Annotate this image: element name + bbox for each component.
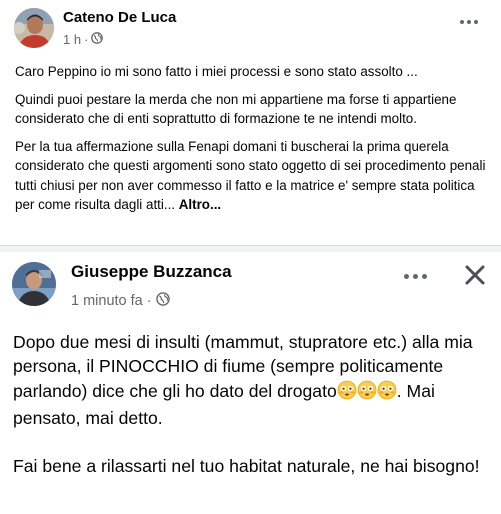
more-options-icon[interactable] [454, 14, 484, 30]
author-name[interactable]: Cateno De Luca [63, 9, 176, 26]
post-paragraph: Per la tua affermazione sulla Fenapi dom… [15, 137, 490, 215]
see-more-link[interactable]: Altro... [179, 197, 221, 212]
close-icon[interactable] [460, 260, 490, 290]
post-body: Dopo due mesi di insulti (mammut, stupra… [13, 330, 493, 502]
post-time[interactable]: 1 minuto fa [71, 293, 143, 309]
post-meta: 1 minuto fa · [71, 292, 170, 310]
post-body: Caro Peppino io mi sono fatto i miei pro… [15, 62, 490, 223]
flushed-face-emoji [377, 380, 397, 406]
author-name[interactable]: Giuseppe Buzzanca [71, 262, 232, 282]
post-paragraph: Dopo due mesi di insulti (mammut, stupra… [13, 330, 493, 430]
meta-separator: · [84, 32, 89, 47]
flushed-face-emoji [337, 380, 357, 406]
avatar[interactable] [14, 8, 54, 48]
post-meta: 1 h · [63, 32, 104, 47]
globe-icon [91, 32, 104, 47]
globe-icon [155, 292, 170, 310]
post-paragraph: Caro Peppino io mi sono fatto i miei pro… [15, 64, 418, 79]
post-time[interactable]: 1 h [63, 32, 81, 47]
post-card-cateno: Cateno De Luca 1 h · Caro Peppino io mi … [0, 0, 501, 246]
post-paragraph: Quindi puoi pestare la merda che non mi … [15, 91, 457, 127]
post-paragraph-text: Per la tua affermazione sulla Fenapi dom… [15, 138, 486, 213]
post-card-buzzanca: Giuseppe Buzzanca 1 minuto fa · Dopo due… [0, 252, 501, 514]
post-paragraph: Fai bene a rilassarti nel tuo habitat na… [13, 456, 480, 477]
avatar[interactable] [12, 262, 56, 306]
flushed-face-emoji [357, 380, 377, 406]
more-options-icon[interactable] [398, 266, 432, 286]
meta-separator: · [146, 293, 152, 309]
